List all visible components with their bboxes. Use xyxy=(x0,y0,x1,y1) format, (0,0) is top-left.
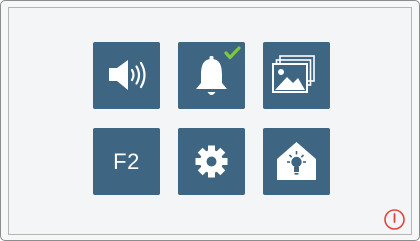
checkmark-icon xyxy=(224,46,241,60)
image-gallery-icon xyxy=(272,55,315,93)
gallery-button[interactable] xyxy=(263,42,330,109)
house-lightbulb-icon xyxy=(277,142,316,180)
power-button[interactable] xyxy=(382,207,407,232)
volume-button[interactable] xyxy=(93,42,160,109)
home-light-button[interactable] xyxy=(263,128,330,195)
f2-label: F2 xyxy=(113,149,140,174)
f2-button[interactable]: F2 xyxy=(93,128,160,195)
speaker-volume-icon xyxy=(109,60,146,90)
chime-button[interactable] xyxy=(178,42,245,109)
settings-button[interactable] xyxy=(178,128,245,195)
power-icon xyxy=(384,209,405,230)
device-bezel: F2 xyxy=(0,0,420,241)
gear-icon xyxy=(195,145,228,178)
